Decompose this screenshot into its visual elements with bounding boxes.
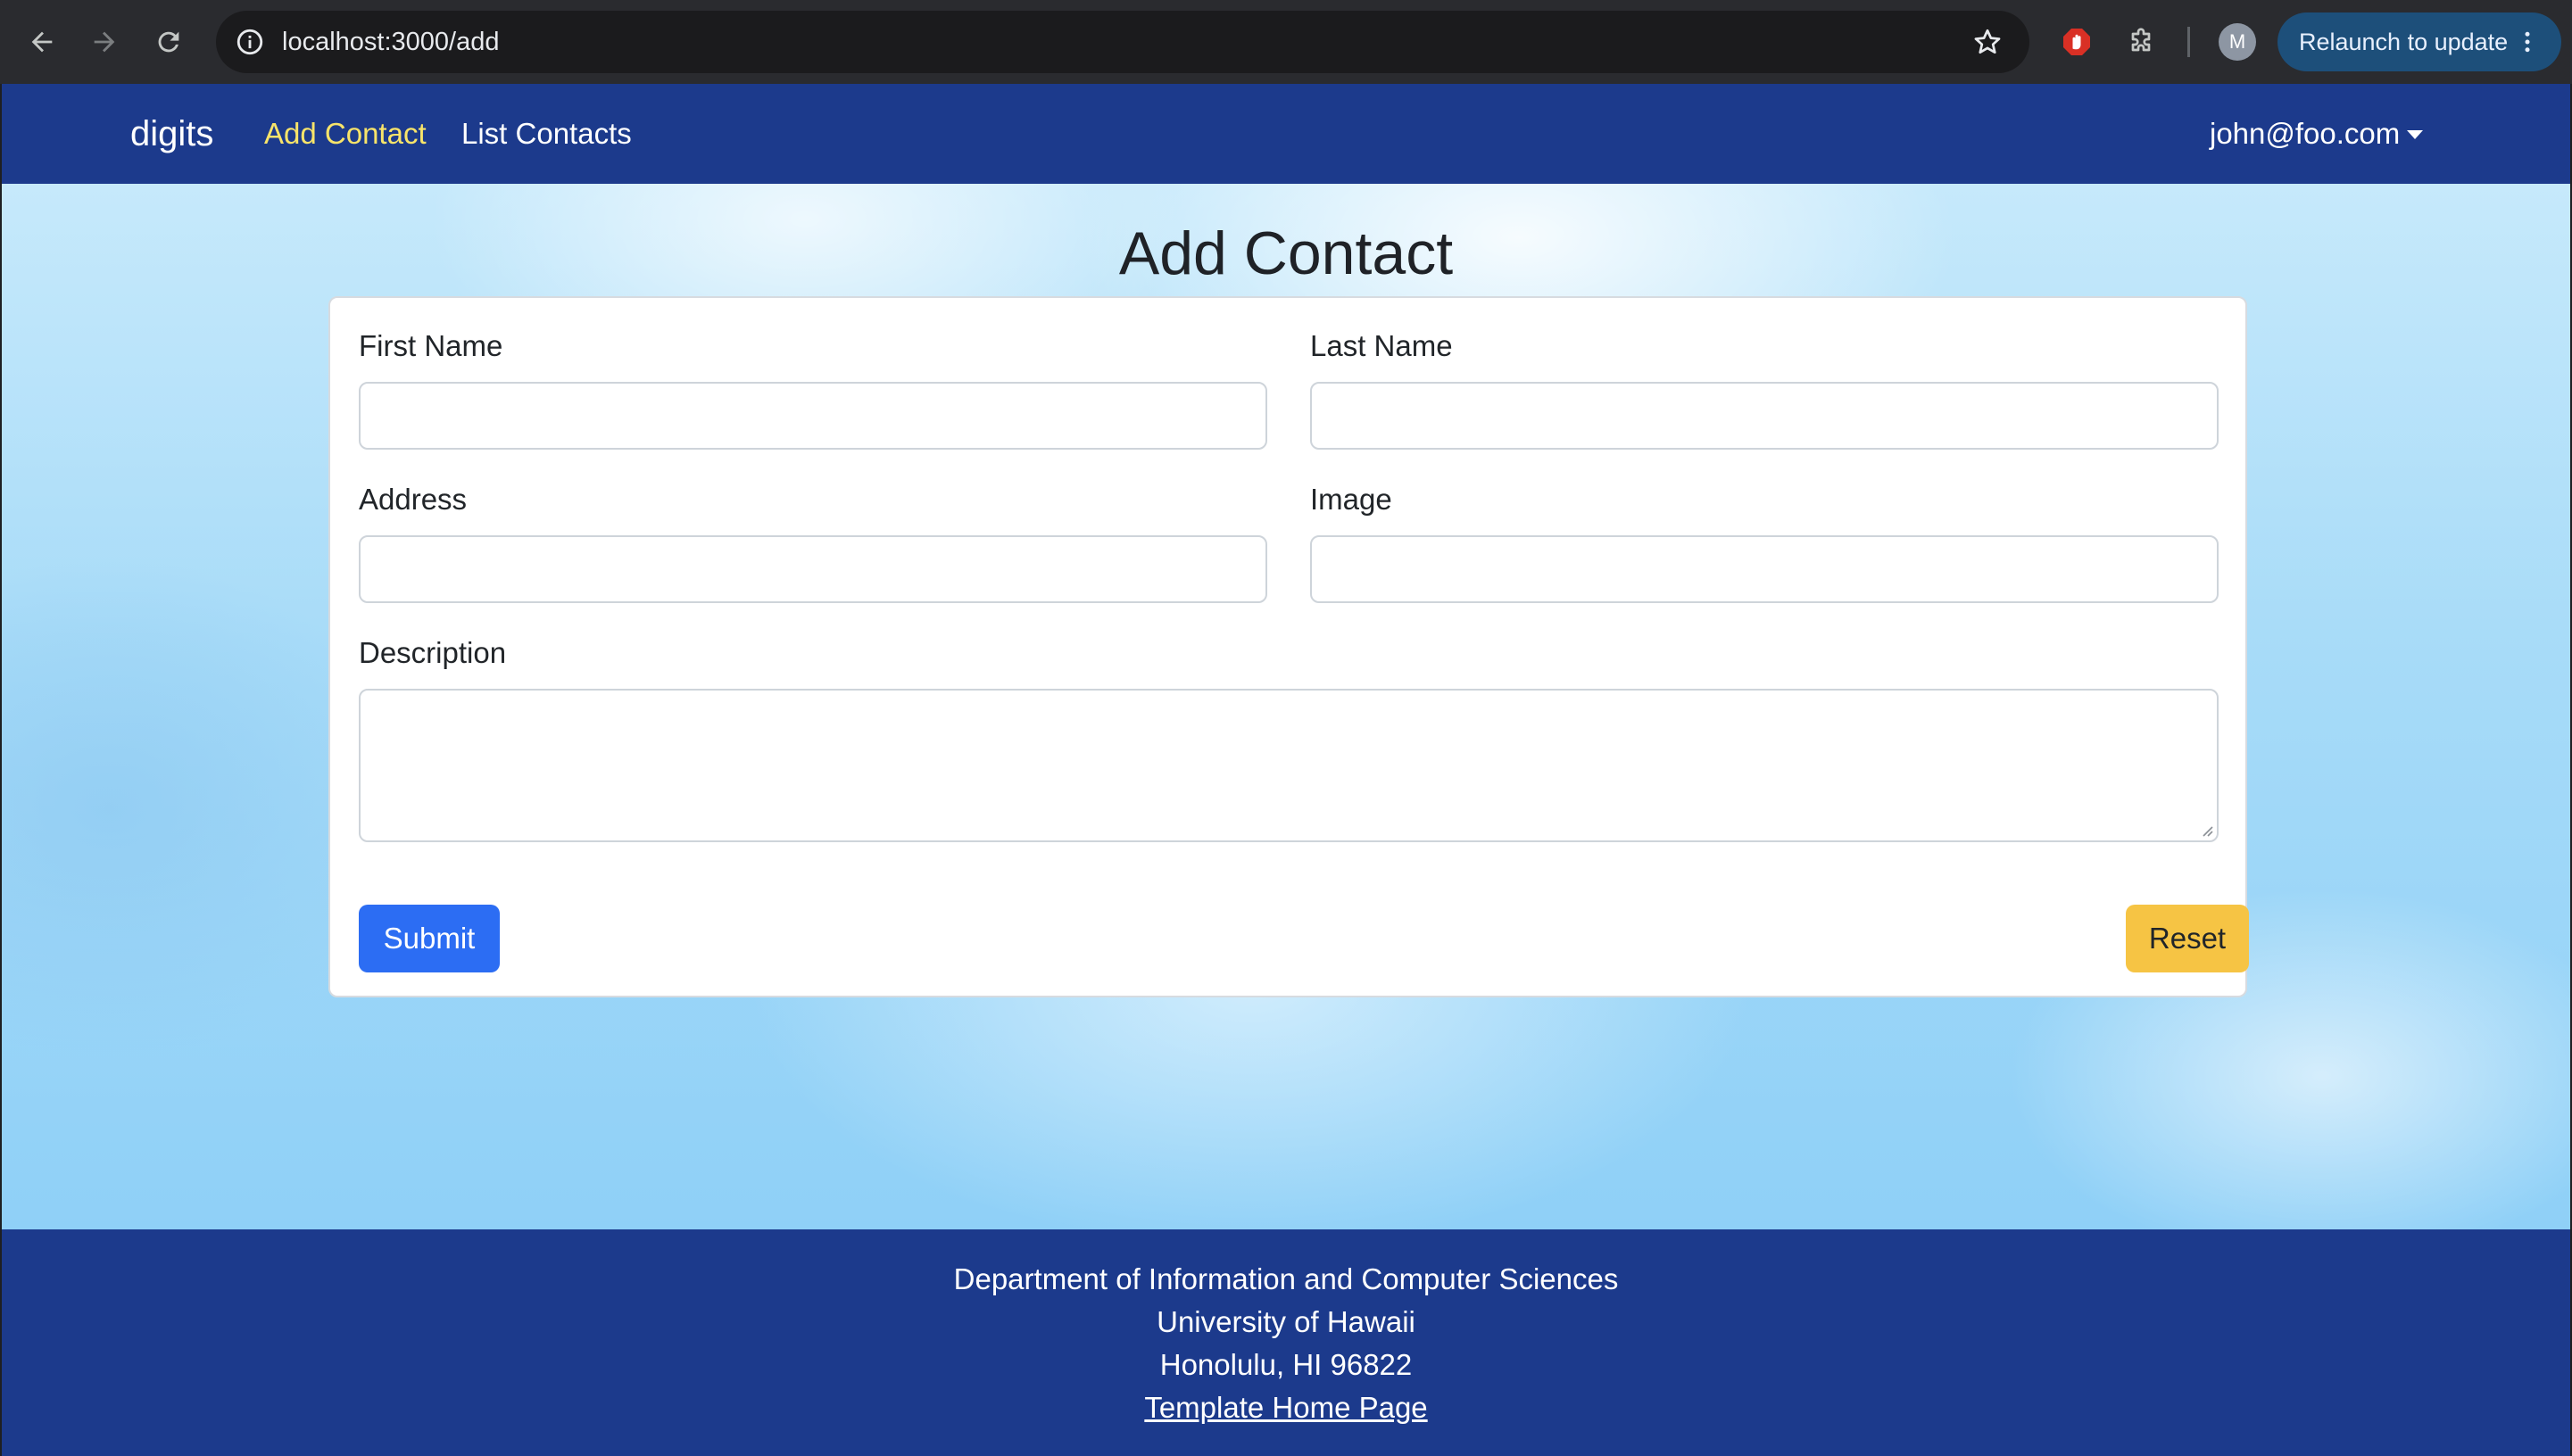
nav-link-add-contact[interactable]: Add Contact [264, 84, 427, 184]
template-home-link[interactable]: Template Home Page [1144, 1391, 1427, 1424]
image-label: Image [1310, 483, 1392, 516]
description-label: Description [359, 636, 507, 669]
description-textarea[interactable] [359, 689, 2219, 842]
main-content: Add Contact First Name Last Name Address… [2, 184, 2570, 1229]
footer-department: Department of Information and Computer S… [953, 1262, 1619, 1295]
reload-button[interactable] [146, 20, 191, 64]
page-title: Add Contact [1118, 219, 1454, 287]
app-navbar: digits Add Contact List Contacts john@fo… [2, 84, 2570, 184]
add-contact-form: First Name Last Name Address Image Descr… [328, 296, 2249, 997]
relaunch-button[interactable]: Relaunch to update [2277, 12, 2561, 71]
reset-button[interactable]: Reset [2126, 905, 2249, 972]
caret-down-icon [2407, 130, 2424, 139]
back-button[interactable] [20, 20, 64, 64]
first-name-label: First Name [359, 329, 503, 362]
profile-avatar[interactable]: M [2219, 23, 2256, 61]
address-label: Address [359, 483, 468, 516]
bookmark-star-icon[interactable] [1967, 21, 2008, 62]
adblock-extension-icon[interactable] [2054, 20, 2099, 64]
nav-link-list-contacts[interactable]: List Contacts [461, 84, 632, 184]
first-name-input[interactable] [359, 382, 1267, 450]
address-input[interactable] [359, 535, 1267, 603]
footer-address: Honolulu, HI 96822 [1159, 1348, 1413, 1381]
footer: Department of Information and Computer S… [2, 1229, 2570, 1456]
forward-arrow-icon [94, 31, 115, 53]
back-arrow-icon [31, 31, 53, 53]
resize-grip-icon[interactable] [2199, 823, 2213, 837]
user-dropdown[interactable]: john@foo.com [2210, 84, 2424, 184]
relaunch-label: Relaunch to update [2299, 29, 2509, 55]
address-bar[interactable]: localhost:3000/add [216, 11, 2029, 73]
image-input[interactable] [1310, 535, 2219, 603]
toolbar-divider [2187, 27, 2190, 57]
submit-button[interactable]: Submit [359, 905, 500, 972]
user-email: john@foo.com [2210, 117, 2401, 150]
footer-university: University of Hawaii [1157, 1305, 1415, 1338]
browser-toolbar: localhost:3000/add M Relaunch to update [0, 0, 2572, 84]
reload-icon [158, 31, 179, 53]
forward-button[interactable] [82, 20, 127, 64]
site-info-icon[interactable] [228, 21, 271, 63]
brand-logo[interactable]: digits [130, 84, 213, 184]
extensions-puzzle-icon[interactable] [2119, 20, 2163, 64]
url-text[interactable]: localhost:3000/add [282, 11, 499, 73]
footer-link-row: Template Home Page [2, 1386, 2570, 1429]
last-name-label: Last Name [1310, 329, 1453, 362]
last-name-input[interactable] [1310, 382, 2219, 450]
more-vert-icon[interactable] [2510, 24, 2545, 60]
